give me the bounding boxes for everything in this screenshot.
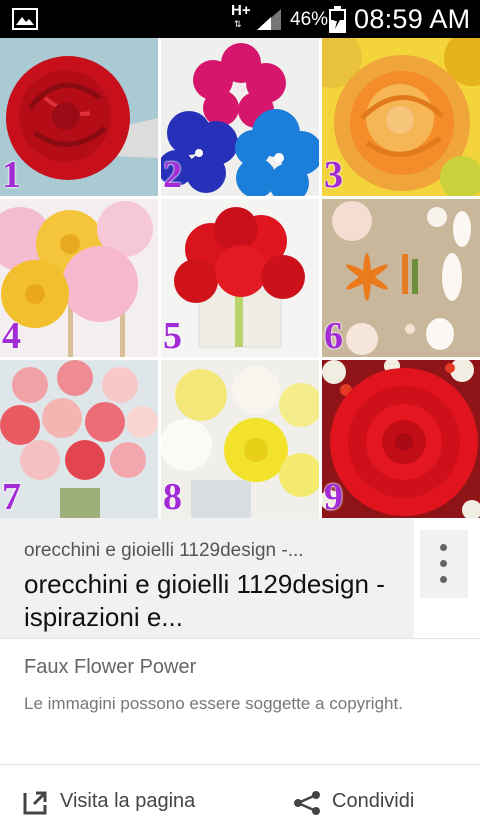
collage-tile-2: 2 [161, 38, 319, 196]
tile-number: 6 [324, 315, 343, 357]
collage-tile-7: 7 [0, 360, 158, 518]
collage-tile-9: 9 [322, 360, 480, 518]
copyright-note: Le immagini possono essere soggette a co… [24, 694, 403, 713]
more-vert-icon [440, 544, 447, 551]
rose-bouquet-picture [0, 360, 158, 518]
collage-tile-4: 4 [0, 199, 158, 357]
tile-number: 9 [324, 476, 343, 518]
flower-collage-image[interactable]: 1 2 3 4 5 6 7 8 9 [0, 38, 480, 518]
collage-tile-5: 5 [161, 199, 319, 357]
felt-flowers-picture [161, 38, 319, 196]
signal-icon [257, 9, 281, 30]
share-label: Condividi [332, 790, 415, 812]
image-details-panel: orecchini e gioielli 1129design -... ore… [0, 518, 480, 815]
divider [0, 638, 480, 639]
tile-number: 3 [324, 154, 343, 196]
gallery-icon [12, 8, 38, 30]
data-activity-icon: ⇅ [234, 19, 242, 29]
collage-tile-8: 8 [161, 360, 319, 518]
collage-tile-3: 3 [322, 38, 480, 196]
divider [0, 764, 480, 765]
tile-number: 2 [163, 154, 182, 196]
tile-number: 8 [163, 476, 182, 518]
collage-tile-1: 1 [0, 38, 158, 196]
more-options-button[interactable] [420, 530, 468, 598]
open-in-new-icon [23, 791, 47, 815]
related-title[interactable]: Faux Flower Power [24, 656, 196, 679]
red-bouquet-box-picture [161, 199, 319, 357]
collage-tile-6: 6 [322, 199, 480, 357]
red-rose-picture [0, 38, 158, 196]
pompom-flowers-picture [0, 199, 158, 357]
visit-page-label: Visita la pagina [60, 790, 196, 812]
status-bar: H+ ⇅ 46% 08:59 AM [0, 0, 480, 38]
source-site[interactable]: orecchini e gioielli 1129design -... [24, 540, 404, 562]
battery-percent: 46% [290, 9, 329, 30]
page-title[interactable]: orecchini e gioielli 1129design - ispira… [24, 568, 404, 634]
paper-flower-tutorial-picture [322, 199, 480, 357]
share-icon [294, 791, 320, 815]
tile-number: 5 [163, 315, 182, 357]
tile-number: 4 [2, 315, 21, 357]
tile-number: 1 [2, 154, 21, 196]
tile-number: 7 [2, 476, 21, 518]
red-dahlia-picture [322, 360, 480, 518]
result-header[interactable]: orecchini e gioielli 1129design -... ore… [0, 518, 414, 638]
clock: 08:59 AM [354, 4, 471, 34]
network-type: H+ [231, 2, 251, 19]
battery-icon [329, 6, 346, 33]
yellow-carnations-picture [161, 360, 319, 518]
orange-peony-picture [322, 38, 480, 196]
